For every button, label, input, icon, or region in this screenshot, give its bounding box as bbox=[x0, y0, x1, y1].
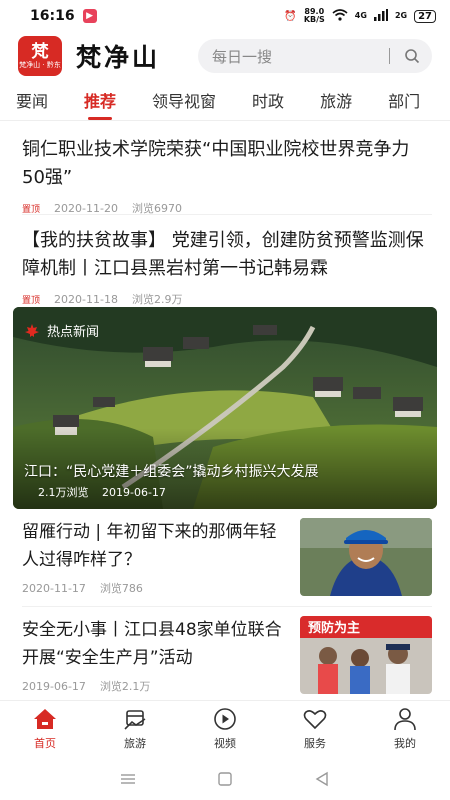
alarm-icon: ⏰ bbox=[284, 10, 297, 22]
hot-news-views: 2.1万浏览 bbox=[38, 486, 89, 499]
home-square-icon[interactable] bbox=[217, 771, 233, 787]
article-meta: 2020-11-17 浏览786 bbox=[22, 580, 143, 596]
hot-news-caption: 江口：“民心党建＋组委会”撬动乡村振兴大发展 bbox=[24, 464, 319, 480]
tab-travel[interactable]: 旅游 bbox=[320, 88, 352, 112]
menu-icon[interactable] bbox=[120, 771, 136, 787]
article-date: 2019-06-17 bbox=[22, 679, 86, 693]
row-divider bbox=[22, 214, 432, 215]
app-brand-title: 梵净山 bbox=[76, 43, 161, 72]
network-speed-unit: KB/S bbox=[303, 15, 325, 24]
user-icon bbox=[394, 707, 416, 730]
nav-travel[interactable]: 旅游 bbox=[90, 701, 180, 756]
video-icon bbox=[214, 707, 236, 730]
article-item[interactable]: 安全无小事丨江口县48家单位联合开展“安全生产月”活动 2019-06-17 浏… bbox=[22, 616, 432, 706]
nav-travel-label: 旅游 bbox=[124, 736, 146, 750]
tab-leaders[interactable]: 领导视窗 bbox=[152, 88, 216, 112]
article-date: 2020-11-17 bbox=[22, 581, 86, 595]
tab-recommend[interactable]: 推荐 bbox=[84, 88, 116, 120]
nav-service-label: 服务 bbox=[304, 736, 326, 750]
tab-divider bbox=[0, 120, 450, 121]
article-date: 2020-11-20 bbox=[54, 201, 118, 215]
search-placeholder: 每日一搜 bbox=[212, 47, 273, 66]
nav-home-label: 首页 bbox=[34, 736, 56, 750]
network-speed: 89.0 KB/S bbox=[304, 8, 325, 24]
hot-news-label-text: 热点新闻 bbox=[47, 325, 100, 340]
hot-news-label: 热点新闻 bbox=[25, 321, 99, 340]
article-meta: 置顶 2020-11-18 浏览2.9万 bbox=[22, 291, 432, 307]
maple-leaf-icon bbox=[25, 323, 39, 337]
article-item[interactable]: 留雁行动 | 年初留下来的那俩年轻人过得咋样了？ 2020-11-17 浏览78… bbox=[22, 518, 432, 608]
article-meta: 2019-06-17 浏览2.1万 bbox=[22, 678, 150, 694]
wifi-icon bbox=[332, 8, 348, 24]
search-divider bbox=[389, 48, 390, 64]
tab-politics[interactable]: 时政 bbox=[252, 88, 284, 112]
search-bar[interactable]: 每日一搜 bbox=[198, 39, 432, 73]
category-tabs: 要闻 推荐 领导视窗 时政 旅游 部门 bbox=[0, 84, 450, 120]
travel-icon bbox=[124, 709, 146, 730]
signal-2g: 2G bbox=[394, 11, 408, 20]
back-icon[interactable] bbox=[314, 771, 330, 787]
nav-home[interactable]: 首页 bbox=[0, 701, 90, 756]
status-bar: 16:16 ▶ ⏰ 89.0 KB/S 4G 2G 27 bbox=[0, 0, 450, 32]
home-icon bbox=[34, 708, 56, 729]
nav-service[interactable]: 服务 bbox=[270, 701, 360, 756]
article-title: 【我的扶贫故事】 党建引领，创建防贫预警监测保障机制丨江口县黑岩村第一书记韩易霖 bbox=[22, 230, 424, 279]
article-thumbnail: 预防为主 bbox=[300, 616, 432, 694]
app-logo[interactable]: 梵 梵净山 · 黔东 bbox=[18, 36, 62, 76]
article-views: 浏览2.9万 bbox=[131, 293, 183, 306]
nav-video-label: 视频 bbox=[214, 736, 236, 750]
status-indicators: ⏰ 89.0 KB/S 4G 2G 27 bbox=[284, 8, 436, 24]
nav-profile-label: 我的 bbox=[394, 736, 416, 750]
hot-news-meta: 2.1万浏览 2019-06-17 bbox=[38, 484, 166, 500]
logo-glyph: 梵 bbox=[31, 42, 49, 62]
article-title: 铜仁职业技术学院荣获“中国职业院校世界竞争力50强” bbox=[22, 139, 410, 188]
heart-icon bbox=[303, 709, 327, 729]
system-navigation-bar bbox=[0, 758, 450, 800]
pinned-badge: 置顶 bbox=[22, 204, 41, 215]
article-title: 安全无小事丨江口县48家单位联合开展“安全生产月”活动 bbox=[22, 620, 282, 668]
signal-4g: 4G bbox=[354, 11, 367, 20]
tab-news[interactable]: 要闻 bbox=[16, 88, 48, 112]
thumbnail-banner-text: 预防为主 bbox=[308, 620, 360, 636]
article-views: 浏览2.1万 bbox=[99, 680, 151, 693]
article-thumbnail bbox=[300, 518, 432, 596]
nav-video[interactable]: 视频 bbox=[180, 701, 270, 756]
app-header: 梵 梵净山 · 黔东 梵净山 每日一搜 bbox=[0, 34, 450, 78]
nav-profile[interactable]: 我的 bbox=[360, 701, 450, 756]
pinned-badge: 置顶 bbox=[22, 295, 41, 306]
tab-departments[interactable]: 部门 bbox=[388, 88, 420, 112]
battery-indicator: 27 bbox=[414, 9, 436, 23]
article-item[interactable]: 铜仁职业技术学院荣获“中国职业院校世界竞争力50强” 置顶 2020-11-20… bbox=[22, 136, 432, 216]
notification-app-icon: ▶ bbox=[82, 9, 97, 23]
article-title: 留雁行动 | 年初留下来的那俩年轻人过得咋样了？ bbox=[22, 522, 277, 570]
signal-icon bbox=[373, 8, 388, 24]
search-icon[interactable] bbox=[404, 48, 420, 64]
bottom-navigation: 首页 旅游 视频 服务 我的 bbox=[0, 700, 450, 756]
row-divider bbox=[22, 606, 432, 607]
status-time: 16:16 bbox=[30, 8, 75, 24]
article-item[interactable]: 【我的扶贫故事】 党建引领，创建防贫预警监测保障机制丨江口县黑岩村第一书记韩易霖… bbox=[22, 227, 432, 307]
article-date: 2020-11-18 bbox=[54, 292, 118, 306]
logo-mini-text: 梵净山 · 黔东 bbox=[19, 61, 61, 69]
hot-news-date: 2019-06-17 bbox=[102, 486, 166, 499]
article-views: 浏览786 bbox=[99, 582, 143, 595]
